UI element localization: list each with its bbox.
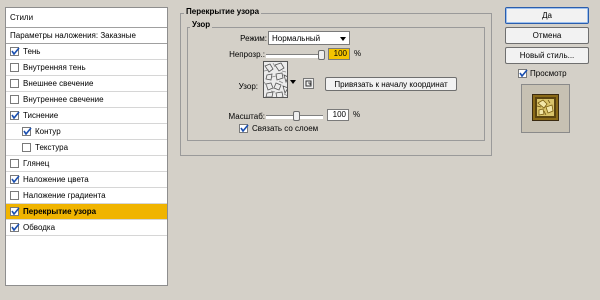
pattern-label: Узор: [238,82,258,91]
styles-item-label: Перекрытие узора [23,207,97,216]
blend-mode-value: Нормальный [272,33,321,43]
styles-header-label: Стили [10,13,34,22]
opacity-unit: % [354,49,362,58]
opacity-slider-thumb[interactable] [318,50,325,60]
styles-item-checkbox[interactable] [10,63,19,72]
cancel-button[interactable]: Отмена [505,27,589,44]
blend-mode-select[interactable]: Нормальный [268,31,350,45]
styles-item[interactable]: Наложение цвета [6,172,167,188]
styles-item-checkbox[interactable] [10,111,20,120]
styles-item-label: Наложение градиента [23,191,106,200]
styles-item-label: Контур [35,127,61,136]
styles-item-checkbox[interactable] [10,207,20,216]
scale-unit: % [353,110,361,119]
opacity-label: Непрозр.: [229,50,265,59]
checkmark-icon [11,47,20,56]
styles-panel: Стили Параметры наложения: Заказные Тень В… [5,7,168,286]
style-preview [521,84,570,133]
link-with-layer-label: Связать со слоем [252,124,319,133]
chevron-down-icon [340,37,346,41]
pattern-texture-icon [264,62,287,97]
new-preset-button[interactable] [303,78,314,89]
styles-item-checkbox[interactable] [10,175,20,184]
styles-item[interactable]: Контур [6,124,167,140]
scale-slider-thumb[interactable] [293,111,300,121]
preview-checkbox[interactable]: Просмотр [518,69,567,78]
styles-item[interactable]: Внутренняя тень [6,60,167,76]
preview-checkmark[interactable] [518,69,528,78]
styles-item-checkbox[interactable] [10,95,19,104]
styles-item-label: Параметры наложения: Заказные [10,31,136,40]
pattern-picker-arrow-icon[interactable] [290,80,296,84]
styles-item-label: Внешнее свечение [23,79,94,88]
pattern-swatch[interactable] [263,61,288,98]
opacity-slider-track[interactable] [266,54,323,58]
checkmark-icon [23,127,32,136]
styles-item-label: Тиснение [23,111,59,120]
styles-item-checkbox[interactable] [22,127,32,136]
ok-button[interactable]: Да [505,7,589,24]
checkmark-icon [240,124,249,133]
checkmark-icon [11,223,20,232]
new-preset-icon [305,80,312,87]
styles-item-label: Обводка [23,223,56,232]
opacity-input[interactable]: 100 [328,48,350,60]
checkmark-icon [519,69,528,78]
styles-item-label: Тень [23,47,41,56]
new-style-button[interactable]: Новый стиль... [505,47,589,64]
checkmark-icon [11,175,20,184]
styles-item[interactable]: Тень [6,44,167,60]
mode-label: Режим: [240,34,267,43]
styles-item[interactable]: Наложение градиента [6,188,167,204]
link-with-layer-checkbox[interactable]: Связать со слоем [239,124,318,133]
snap-to-origin-button[interactable]: Привязать к началу координат [325,77,457,91]
styles-item-label: Внутренняя тень [23,63,86,72]
styles-item-checkbox[interactable] [22,143,31,152]
styles-item-label: Наложение цвета [23,175,89,184]
styles-item-checkbox[interactable] [10,47,20,56]
styles-item[interactable]: Перекрытие узора [6,204,167,220]
checkmark-icon [11,111,20,120]
styles-item[interactable]: Глянец [6,156,167,172]
styles-item-checkbox[interactable] [10,191,19,200]
styles-item[interactable]: Внешнее свечение [6,76,167,92]
styles-item-label: Текстура [35,143,69,152]
styles-item[interactable]: Внутреннее свечение [6,92,167,108]
styles-header[interactable]: Стили [6,8,167,28]
checkmark-icon [11,207,20,216]
styles-item-label: Внутреннее свечение [23,95,104,104]
preview-label: Просмотр [530,69,567,78]
styles-item[interactable]: Текстура [6,140,167,156]
styles-item[interactable]: Обводка [6,220,167,236]
style-preview-image [532,94,559,121]
styles-item[interactable]: Тиснение [6,108,167,124]
pattern-subgroup-title: Узор [190,20,213,29]
styles-item-checkbox[interactable] [10,79,19,88]
styles-item-label: Глянец [23,159,50,168]
styles-item-checkbox[interactable] [10,223,20,232]
styles-item[interactable]: Параметры наложения: Заказные [6,28,167,44]
pattern-overlay-title: Перекрытие узора [184,7,262,16]
scale-label: Масштаб: [228,112,265,121]
styles-item-checkbox[interactable] [10,159,19,168]
scale-input[interactable]: 100 [327,109,349,121]
link-with-layer-checkmark[interactable] [239,124,249,133]
